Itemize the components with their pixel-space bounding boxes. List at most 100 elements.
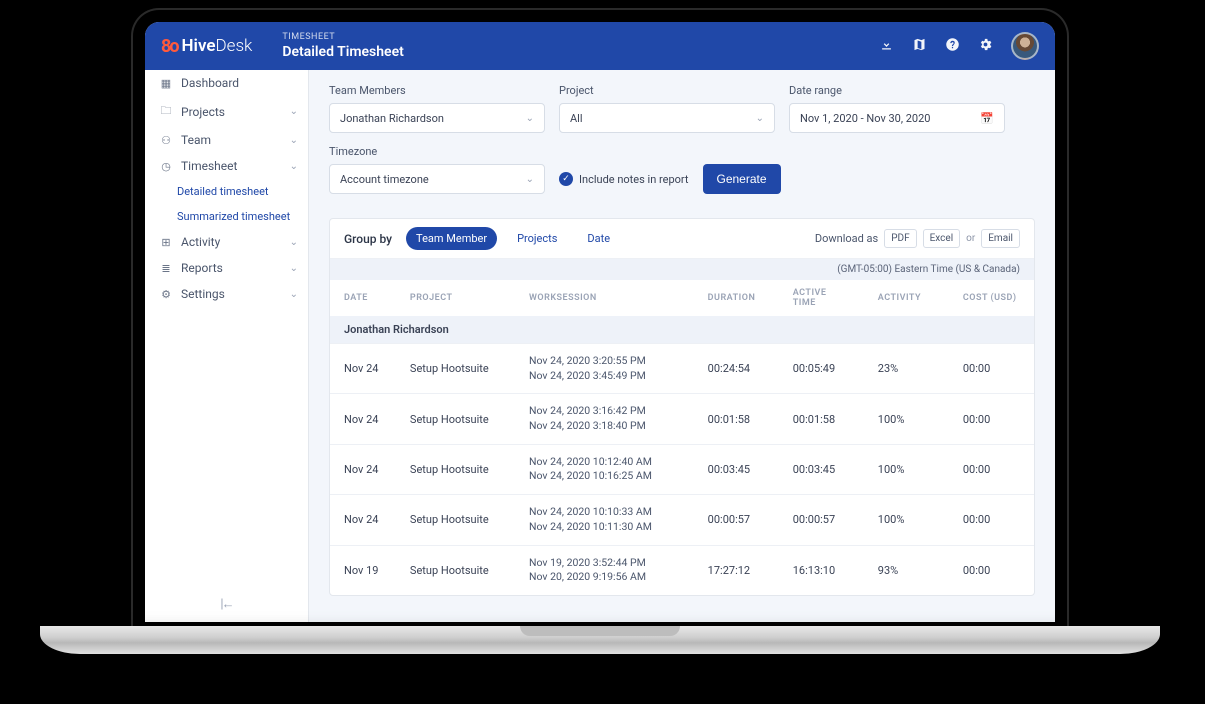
sidebar-item-activity[interactable]: ⊞ Activity ⌄: [145, 229, 308, 255]
sidebar-item-dashboard[interactable]: ▦ Dashboard: [145, 70, 308, 96]
include-notes-checkbox[interactable]: ✓ Include notes in report: [559, 164, 689, 194]
project-select[interactable]: All ⌄: [559, 103, 775, 133]
timezone-label: Timezone: [329, 145, 545, 158]
download-email-button[interactable]: Email: [981, 229, 1020, 248]
help-icon[interactable]: [945, 37, 960, 56]
cell-active-time: 00:05:49: [779, 344, 864, 394]
col-activity: ACTIVITY: [864, 280, 949, 316]
cell-active-time: 00:03:45: [779, 444, 864, 494]
cell-date: Nov 24: [330, 394, 396, 444]
page-title: Detailed Timesheet: [282, 44, 849, 60]
sidebar-item-label: Dashboard: [181, 76, 298, 90]
main-content: Team Members Jonathan Richardson ⌄ Proje…: [309, 70, 1055, 622]
cell-cost: 00:00: [949, 344, 1034, 394]
daterange-label: Date range: [789, 84, 1005, 97]
or-label: or: [966, 233, 975, 244]
timesheet-table: DATE PROJECT WORKSESSION DURATION ACTIVE…: [330, 280, 1034, 595]
col-project: PROJECT: [396, 280, 515, 316]
download-icon[interactable]: [879, 37, 894, 56]
chevron-down-icon: ⌄: [526, 113, 534, 124]
cell-cost: 00:00: [949, 444, 1034, 494]
report-icon: ≣: [159, 262, 173, 275]
team-members-select[interactable]: Jonathan Richardson ⌄: [329, 103, 545, 133]
chevron-down-icon: ⌄: [290, 237, 298, 248]
app-header: 8o HiveDesk TIMESHEET Detailed Timesheet: [145, 22, 1055, 70]
groupby-pill-date[interactable]: Date: [577, 227, 620, 250]
cell-activity: 23%: [864, 344, 949, 394]
people-icon: ⚇: [159, 134, 173, 147]
generate-button[interactable]: Generate: [703, 164, 781, 194]
chevron-down-icon: ⌄: [290, 135, 298, 146]
cell-cost: 00:00: [949, 495, 1034, 545]
sidebar-item-projects[interactable]: 🗀 Projects ⌄: [145, 96, 308, 127]
table-row[interactable]: Nov 24Setup HootsuiteNov 24, 2020 3:20:5…: [330, 344, 1034, 394]
groupby-pill-projects[interactable]: Projects: [507, 227, 567, 250]
cell-worksession: Nov 24, 2020 10:10:33 AMNov 24, 2020 10:…: [515, 495, 694, 545]
brand-logo[interactable]: 8o HiveDesk: [161, 36, 252, 57]
download-pdf-button[interactable]: PDF: [884, 229, 916, 248]
brand-name-bold: Hive: [182, 36, 216, 56]
folder-icon: 🗀: [159, 102, 173, 121]
cell-worksession: Nov 24, 2020 3:20:55 PMNov 24, 2020 3:45…: [515, 344, 694, 394]
cell-duration: 00:03:45: [694, 444, 779, 494]
group-by-label: Group by: [344, 232, 392, 246]
table-row[interactable]: Nov 19Setup HootsuiteNov 19, 2020 3:52:4…: [330, 545, 1034, 595]
avatar[interactable]: [1011, 32, 1039, 60]
daterange-value: Nov 1, 2020 - Nov 30, 2020: [800, 112, 930, 125]
map-icon[interactable]: [912, 37, 927, 56]
cell-project: Setup Hootsuite: [396, 495, 515, 545]
table-row[interactable]: Nov 24Setup HootsuiteNov 24, 2020 10:12:…: [330, 444, 1034, 494]
cell-date: Nov 24: [330, 495, 396, 545]
table-row[interactable]: Nov 24Setup HootsuiteNov 24, 2020 10:10:…: [330, 495, 1034, 545]
cell-duration: 00:24:54: [694, 344, 779, 394]
sidebar-item-label: Activity: [181, 235, 282, 249]
cell-worksession: Nov 19, 2020 3:52:44 PMNov 20, 2020 9:19…: [515, 545, 694, 595]
sidebar-item-settings[interactable]: ⚙ Settings ⌄: [145, 281, 308, 307]
sidebar-item-label: Settings: [181, 287, 282, 301]
sidebar-item-timesheet[interactable]: ◷ Timesheet ⌄: [145, 153, 308, 179]
group-name: Jonathan Richardson: [330, 316, 1034, 344]
results-card: Group by Team Member Projects Date Downl…: [329, 218, 1035, 596]
sidebar: ▦ Dashboard 🗀 Projects ⌄ ⚇ Team ⌄ ◷ Time…: [145, 70, 309, 622]
cell-cost: 00:00: [949, 394, 1034, 444]
cell-duration: 00:00:57: [694, 495, 779, 545]
col-date: DATE: [330, 280, 396, 316]
timezone-select[interactable]: Account timezone ⌄: [329, 164, 545, 194]
sidebar-sub-summarized-timesheet[interactable]: Summarized timesheet: [145, 204, 308, 229]
download-excel-button[interactable]: Excel: [923, 229, 961, 248]
col-worksession: WORKSESSION: [515, 280, 694, 316]
cell-date: Nov 24: [330, 344, 396, 394]
chevron-down-icon: ⌄: [290, 106, 298, 117]
table-row[interactable]: Nov 24Setup HootsuiteNov 24, 2020 3:16:4…: [330, 394, 1034, 444]
gear-icon[interactable]: [978, 37, 993, 56]
chevron-down-icon: ⌄: [290, 289, 298, 300]
sidebar-item-label: Projects: [181, 105, 282, 119]
col-active-time: ACTIVE TIME: [779, 280, 864, 316]
sidebar-item-team[interactable]: ⚇ Team ⌄: [145, 127, 308, 153]
cell-project: Setup Hootsuite: [396, 545, 515, 595]
cell-active-time: 00:00:57: [779, 495, 864, 545]
sidebar-item-reports[interactable]: ≣ Reports ⌄: [145, 255, 308, 281]
activity-icon: ⊞: [159, 236, 173, 249]
cell-date: Nov 19: [330, 545, 396, 595]
cell-duration: 00:01:58: [694, 394, 779, 444]
cell-active-time: 00:01:58: [779, 394, 864, 444]
check-icon: ✓: [559, 172, 573, 186]
cell-active-time: 16:13:10: [779, 545, 864, 595]
daterange-select[interactable]: Nov 1, 2020 - Nov 30, 2020 📅: [789, 103, 1005, 133]
gear-icon: ⚙: [159, 288, 173, 301]
group-row: Jonathan Richardson: [330, 316, 1034, 344]
collapse-sidebar-icon[interactable]: |←: [220, 596, 232, 612]
chevron-down-icon: ⌄: [290, 263, 298, 274]
groupby-pill-team-member[interactable]: Team Member: [406, 227, 497, 250]
cell-activity: 100%: [864, 394, 949, 444]
chevron-down-icon: ⌄: [526, 174, 534, 185]
include-notes-label: Include notes in report: [579, 173, 689, 186]
timezone-value: Account timezone: [340, 173, 429, 186]
grid-icon: ▦: [159, 77, 173, 90]
cell-cost: 00:00: [949, 545, 1034, 595]
sidebar-item-label: Reports: [181, 261, 282, 275]
sidebar-item-label: Team: [181, 133, 282, 147]
timezone-display: (GMT-05:00) Eastern Time (US & Canada): [330, 259, 1034, 280]
sidebar-sub-detailed-timesheet[interactable]: Detailed timesheet: [145, 179, 308, 204]
